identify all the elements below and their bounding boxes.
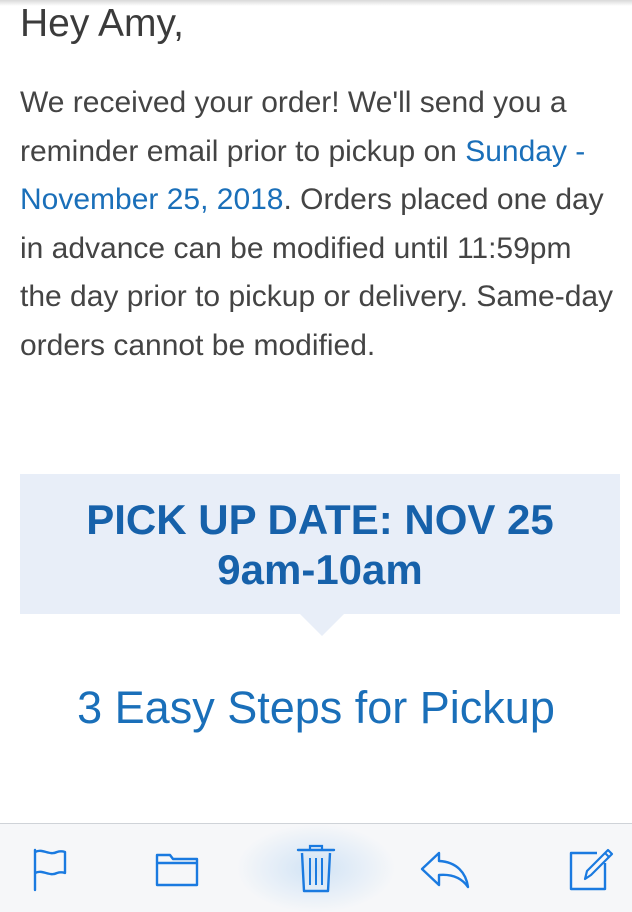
pickup-time-label: 9am-10am: [217, 546, 423, 593]
greeting: Hey Amy,: [20, 2, 184, 45]
flag-button[interactable]: [24, 844, 74, 894]
compose-icon: [567, 845, 615, 893]
pickup-date-banner: PICK UP DATE: NOV 25 9am-10am: [20, 474, 620, 614]
bottom-toolbar: [0, 823, 632, 912]
order-message: We received your order! We'll send you a…: [20, 79, 620, 370]
banner-pointer: [300, 614, 344, 636]
move-to-folder-button[interactable]: [152, 844, 202, 894]
flag-icon: [29, 846, 69, 892]
folder-icon: [154, 849, 200, 889]
email-view: Hey Amy, We received your order! We'll s…: [0, 0, 632, 912]
delete-button[interactable]: [291, 844, 341, 894]
reply-button[interactable]: [420, 844, 470, 894]
trash-icon: [296, 844, 336, 894]
steps-heading: 3 Easy Steps for Pickup: [77, 682, 555, 733]
pickup-date-label: PICK UP DATE: NOV 25: [86, 496, 554, 543]
compose-button[interactable]: [566, 844, 616, 894]
reply-icon: [419, 849, 471, 889]
